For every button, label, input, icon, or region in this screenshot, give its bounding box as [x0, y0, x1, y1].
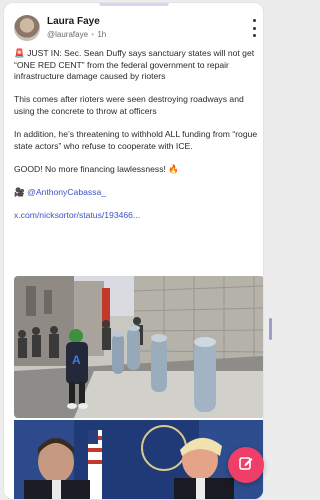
scrollbar-thumb[interactable] [269, 318, 272, 340]
post-paragraph: GOOD! No more financing lawlessness! 🔥 [14, 163, 179, 174]
post-card: Laura Faye @laurafaye • 1h 🚨 JUST IN: Se… [3, 2, 264, 500]
post-image-press-photo[interactable] [14, 420, 263, 499]
meta-separator: • [91, 30, 95, 39]
post-paragraph: 🚨 JUST IN: Sec. Sean Duffy says sanctuar… [14, 48, 255, 82]
compose-pencil-icon [238, 455, 254, 476]
post-image-street-scene[interactable]: A [14, 276, 263, 418]
credit-mention-link[interactable]: @AnthonyCabassa_ [27, 187, 106, 197]
post-link[interactable]: x.com/nicksortor/status/193466... [14, 210, 140, 220]
top-accent-bar [98, 3, 169, 6]
video-credit: 🎥 @AnthonyCabassa_ [14, 187, 262, 199]
post-time: 1h [97, 30, 107, 39]
author-handle[interactable]: @laurafaye [47, 30, 88, 39]
author-name[interactable]: Laura Faye [47, 16, 100, 27]
post-link-row: x.com/nicksortor/status/193466... [14, 210, 262, 222]
camera-icon: 🎥 [14, 187, 25, 198]
svg-text:A: A [72, 353, 81, 367]
author-meta: @laurafaye • 1h [47, 30, 106, 39]
avatar[interactable] [14, 15, 40, 41]
post-paragraph: In addition, he’s threatening to withhol… [14, 129, 258, 151]
post-paragraph: This comes after rioters were seen destr… [14, 94, 244, 116]
post-body: 🚨 JUST IN: Sec. Sean Duffy says sanctuar… [14, 48, 262, 234]
compose-button[interactable] [228, 447, 264, 483]
more-vertical-icon[interactable] [251, 19, 257, 37]
